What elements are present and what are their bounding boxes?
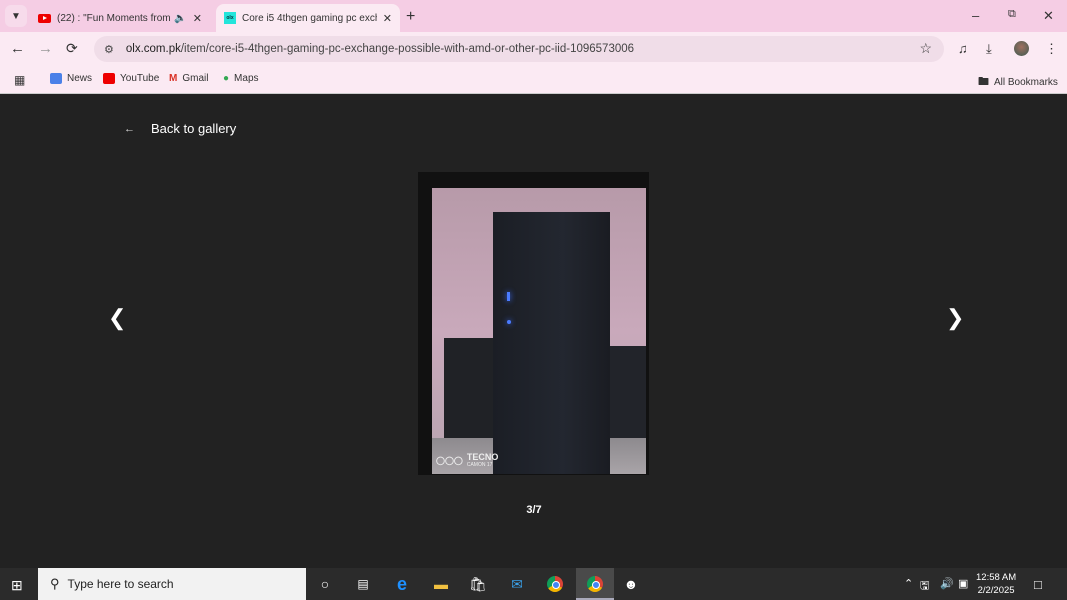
bookmark-youtube[interactable]: YouTube — [103, 73, 159, 84]
network-icon[interactable]: 🖫 — [920, 577, 929, 596]
windows-taskbar: ⊞ ⚲ Type here to search ○ ▤ e ▬ 🛍 ✉ ☻ ⌃ … — [0, 568, 1067, 600]
news-icon — [50, 73, 62, 84]
bookmark-news[interactable]: News — [50, 73, 92, 84]
apps-grid-icon[interactable]: ▦ — [14, 73, 25, 87]
forward-button[interactable]: → — [38, 40, 53, 57]
back-to-gallery-button[interactable]: ← Back to gallery — [124, 121, 236, 136]
chrome-icon[interactable] — [546, 575, 564, 593]
close-window-button[interactable]: ✕ — [1043, 8, 1054, 24]
search-icon: ⚲ — [50, 576, 60, 591]
battery-icon[interactable]: ▣ — [958, 577, 968, 590]
bookmark-label: YouTube — [120, 73, 160, 84]
menu-icon[interactable]: ⋮ — [1045, 41, 1058, 57]
all-bookmarks-label: All Bookmarks — [994, 77, 1058, 88]
system-clock[interactable]: 12:58 AM 2/2/2025 — [976, 571, 1016, 597]
tab-strip: ▼ (22) : "Fun Moments from D 🔈 ✕ olx Cor… — [0, 0, 1067, 32]
app-icon[interactable]: ☻ — [622, 575, 640, 593]
pc-tower — [493, 212, 610, 474]
tab-search-button[interactable]: ▼ — [5, 5, 27, 27]
store-icon[interactable]: 🛍 — [469, 575, 487, 593]
new-tab-button[interactable]: + — [406, 8, 415, 26]
edge-icon[interactable]: e — [393, 574, 411, 594]
clock-date: 2/2/2025 — [977, 585, 1015, 596]
folder-icon: 🖿 — [978, 76, 989, 88]
gallery-viewer: ← Back to gallery ❮ ◯◯◯ TECNO CAMON 17 ❯ … — [0, 95, 1067, 568]
bookmark-maps[interactable]: ● Maps — [223, 73, 259, 84]
taskbar-search[interactable]: ⚲ Type here to search — [38, 568, 306, 600]
back-button[interactable]: ← — [10, 40, 25, 57]
task-view-icon[interactable]: ▤ — [354, 575, 372, 593]
maps-icon: ● — [223, 73, 230, 84]
url-text[interactable]: olx.com.pk/item/core-i5-4thgen-gaming-pc… — [126, 43, 634, 55]
hdd-led — [507, 320, 511, 324]
all-bookmarks[interactable]: 🖿 All Bookmarks — [978, 73, 1058, 92]
chrome-profile-icon[interactable] — [586, 575, 604, 593]
bookmark-star-icon[interactable]: ☆ — [919, 40, 932, 57]
address-bar[interactable]: ⚙ olx.com.pk/item/core-i5-4thgen-gaming-… — [94, 36, 944, 62]
youtube-icon — [103, 73, 115, 84]
url-path: /item/core-i5-4thgen-gaming-pc-exchange-… — [180, 43, 635, 55]
bookmark-label: Gmail — [182, 73, 209, 84]
show-hidden-icons[interactable]: ⌃ — [904, 577, 913, 590]
mail-icon[interactable]: ✉ — [508, 575, 526, 593]
tab-youtube[interactable]: (22) : "Fun Moments from D 🔈 ✕ — [30, 4, 210, 32]
cortana-icon[interactable]: ○ — [316, 575, 334, 593]
olx-icon: olx — [224, 12, 236, 24]
arrow-left-icon: ← — [124, 122, 135, 135]
windows-start-icon[interactable]: ⊞ — [11, 577, 23, 594]
watermark-model: CAMON 17 — [466, 462, 493, 468]
profile-avatar[interactable] — [1014, 41, 1029, 56]
product-photo[interactable]: ◯◯◯ TECNO CAMON 17 — [432, 188, 646, 474]
tab-title: (22) : "Fun Moments from D — [57, 12, 171, 24]
camera-watermark: ◯◯◯ TECNO CAMON 17 — [436, 452, 498, 468]
bookmark-gmail[interactable]: M Gmail — [169, 73, 208, 84]
reload-button[interactable]: ⟳ — [66, 40, 78, 57]
chevron-down-icon: ▼ — [11, 10, 21, 22]
bookmarks-bar: ▦ News YouTube M Gmail ● Maps 🖿 All Book… — [0, 66, 1067, 94]
watermark-brand: TECNO — [466, 452, 499, 462]
gmail-icon: M — [169, 73, 178, 84]
power-led — [507, 292, 510, 301]
next-image-button[interactable]: ❯ — [946, 305, 964, 331]
close-tab-button[interactable]: ✕ — [193, 12, 202, 25]
notifications-icon[interactable]: □ — [1034, 577, 1042, 592]
clock-time: 12:58 AM — [976, 572, 1017, 583]
search-placeholder: Type here to search — [67, 577, 174, 591]
tab-olx[interactable]: olx Core i5 4thgen gaming pc exch ✕ — [216, 4, 400, 32]
bookmark-label: Maps — [234, 73, 259, 84]
youtube-icon — [38, 13, 51, 23]
gallery-image-frame: ◯◯◯ TECNO CAMON 17 — [418, 172, 649, 475]
image-counter: 3/7 — [526, 504, 542, 516]
file-explorer-icon[interactable]: ▬ — [432, 575, 450, 593]
site-settings-icon[interactable]: ⚙ — [104, 43, 114, 56]
speaker-icon[interactable]: 🔈 — [174, 13, 186, 24]
restore-button[interactable]: ⧉ — [1008, 8, 1016, 21]
download-icon[interactable]: ⤓ — [986, 41, 992, 57]
back-label: Back to gallery — [151, 121, 237, 136]
camera-lens-icon: ◯◯◯ — [436, 455, 463, 465]
volume-icon[interactable]: 🔊 — [940, 577, 954, 590]
close-tab-button[interactable]: ✕ — [383, 12, 392, 25]
url-domain: olx.com.pk — [125, 43, 181, 55]
previous-image-button[interactable]: ❮ — [108, 305, 126, 331]
tab-title: Core i5 4thgen gaming pc exch — [242, 12, 377, 24]
minimize-button[interactable]: – — [972, 8, 979, 23]
media-control-icon[interactable]: ♫ — [958, 41, 968, 56]
bookmark-label: News — [67, 73, 93, 84]
browser-toolbar: ← → ⟳ ⚙ olx.com.pk/item/core-i5-4thgen-g… — [0, 32, 1067, 66]
